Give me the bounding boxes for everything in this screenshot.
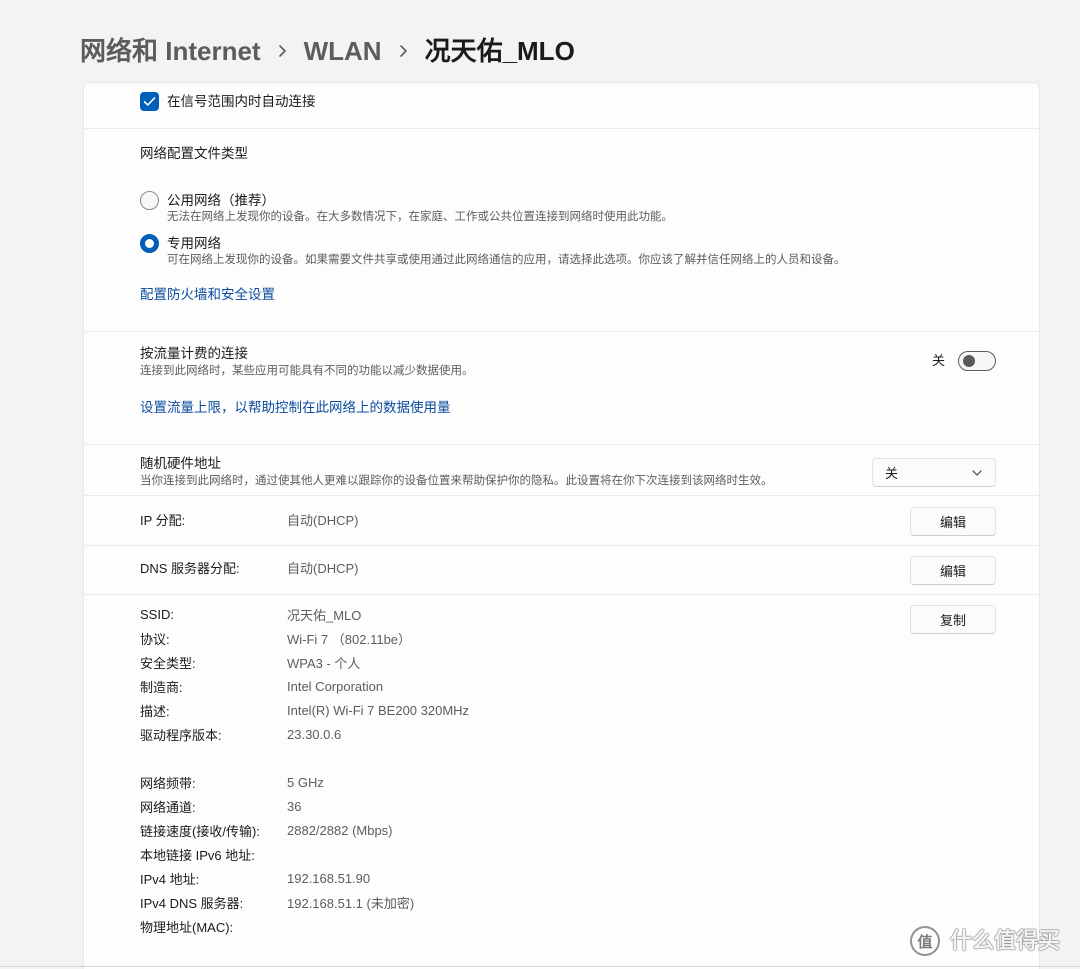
property-value: 36 — [287, 798, 302, 814]
property-row-manufacturer: 制造商: Intel Corporation — [140, 674, 469, 698]
property-label: 网络通道: — [140, 799, 196, 815]
property-value: Intel Corporation — [287, 678, 384, 694]
radio-private-network[interactable]: 专用网络 可在网络上发现你的设备。如果需要文件共享或使用通过此网络通信的应用，请… — [140, 234, 940, 270]
auto-connect-label[interactable]: 在信号范围内时自动连接 — [167, 92, 316, 111]
property-label: 制造商: — [140, 679, 183, 695]
property-label: 描述: — [140, 703, 170, 719]
radio-private-network-description: 可在网络上发现你的设备。如果需要文件共享或使用通过此网络通信的应用，请选择此选项… — [167, 254, 846, 266]
auto-connect-section: 在信号范围内时自动连接 — [84, 83, 1039, 128]
breadcrumb: 网络和 Internet WLAN 况天佑_MLO — [80, 31, 575, 71]
property-row-link-speed: 链接速度(接收/传输): 2882/2882 (Mbps) — [140, 818, 414, 842]
dropdown-selected-value: 关 — [885, 466, 899, 481]
property-row-network-band: 网络频带: 5 GHz — [140, 770, 414, 794]
property-row-protocol: 协议: Wi-Fi 7 （802.11be） — [140, 626, 469, 650]
property-label: 安全类型: — [140, 655, 196, 671]
property-row-ipv6-link-local: 本地链接 IPv6 地址: — [140, 842, 414, 866]
property-value: 况天佑_MLO — [287, 607, 362, 623]
metered-connection-section: 按流量计费的连接 连接到此网络时，某些应用可能具有不同的功能以减少数据使用。 关… — [84, 331, 1039, 444]
property-row-ipv4-address: IPv4 地址: 192.168.51.90 — [140, 866, 414, 890]
dns-assignment-value: 自动(DHCP) — [287, 561, 359, 576]
property-value: 23.30.0.6 — [287, 726, 342, 742]
network-profile-section: 网络配置文件类型 公用网络（推荐） 无法在网络上发现你的设备。在大多数情况下，在… — [84, 128, 1039, 331]
chevron-down-icon — [972, 469, 982, 476]
property-row-ipv4-dns: IPv4 DNS 服务器: 192.168.51.1 (未加密) — [140, 890, 414, 914]
property-row-mac-address: 物理地址(MAC): — [140, 914, 414, 938]
dns-assignment-edit-button[interactable]: 编辑 — [910, 556, 996, 585]
breadcrumb-wlan[interactable]: WLAN — [304, 31, 382, 71]
dns-assignment-label: DNS 服务器分配: — [140, 561, 240, 576]
property-value: 192.168.51.1 (未加密) — [287, 895, 415, 911]
property-value: WPA3 - 个人 — [287, 655, 361, 671]
watermark-logo-icon: 值 — [910, 926, 940, 956]
network-properties-card: 在信号范围内时自动连接 网络配置文件类型 公用网络（推荐） 无法在网络上发现你的… — [83, 82, 1040, 969]
property-value: 2882/2882 (Mbps) — [287, 822, 393, 838]
watermark-text: 什么值得买 — [950, 928, 1061, 953]
metered-toggle-state-label: 关 — [931, 353, 945, 368]
properties-section: 复制 SSID: 况天佑_MLO 协议: Wi-Fi 7 （802.11be） … — [84, 594, 1039, 969]
radio-public-network-circle[interactable] — [140, 191, 159, 210]
random-hardware-address-title: 随机硬件地址 — [140, 456, 221, 471]
radio-private-network-label: 专用网络 — [167, 236, 221, 251]
property-row-driver-version: 驱动程序版本: 23.30.0.6 — [140, 722, 469, 746]
property-row-network-channel: 网络通道: 36 — [140, 794, 414, 818]
ip-assignment-edit-button[interactable]: 编辑 — [910, 507, 996, 536]
metered-connection-title: 按流量计费的连接 — [140, 346, 248, 361]
ip-assignment-value: 自动(DHCP) — [287, 513, 359, 528]
metered-connection-toggle[interactable] — [958, 351, 996, 371]
radio-public-network-description: 无法在网络上发现你的设备。在大多数情况下，在家庭、工作或公共位置连接到网络时使用… — [167, 211, 673, 223]
radio-public-network-label: 公用网络（推荐） — [167, 193, 275, 208]
property-label: 链接速度(接收/传输): — [140, 823, 260, 839]
breadcrumb-network-internet[interactable]: 网络和 Internet — [80, 31, 261, 71]
random-hardware-address-dropdown[interactable]: 关 — [872, 458, 996, 487]
dns-assignment-section: DNS 服务器分配: 自动(DHCP) 编辑 — [84, 545, 1039, 594]
firewall-settings-link[interactable]: 配置防火墙和安全设置 — [140, 286, 275, 304]
checkmark-icon — [143, 97, 156, 106]
radio-private-network-circle[interactable] — [140, 234, 159, 253]
properties-list-connection: SSID: 况天佑_MLO 协议: Wi-Fi 7 （802.11be） 安全类… — [140, 602, 469, 746]
property-value: 192.168.51.90 — [287, 870, 371, 886]
property-value: Intel(R) Wi-Fi 7 BE200 320MHz — [287, 702, 470, 718]
chevron-right-icon — [399, 44, 408, 58]
window-bottom-edge — [0, 966, 1080, 967]
property-label: 协议: — [140, 631, 170, 647]
properties-list-network: 网络频带: 5 GHz 网络通道: 36 链接速度(接收/传输): 2882/2… — [140, 770, 414, 938]
metered-connection-description: 连接到此网络时，某些应用可能具有不同的功能以减少数据使用。 — [140, 365, 474, 377]
ip-assignment-label: IP 分配: — [140, 513, 186, 528]
auto-connect-checkbox[interactable] — [140, 92, 159, 111]
property-value: 5 GHz — [287, 774, 324, 790]
property-label: 驱动程序版本: — [140, 727, 222, 743]
data-limit-link[interactable]: 设置流量上限，以帮助控制在此网络上的数据使用量 — [140, 399, 451, 417]
profile-type-heading: 网络配置文件类型 — [140, 146, 248, 161]
copy-properties-button[interactable]: 复制 — [910, 605, 996, 634]
random-hardware-address-description: 当你连接到此网络时，通过使其他人更难以跟踪你的设备位置来帮助保护你的隐私。此设置… — [140, 475, 773, 487]
random-hardware-address-section: 随机硬件地址 当你连接到此网络时，通过使其他人更难以跟踪你的设备位置来帮助保护你… — [84, 444, 1039, 495]
property-label: IPv4 DNS 服务器: — [140, 895, 244, 911]
property-label: 网络频带: — [140, 775, 196, 791]
watermark: 值 什么值得买 — [910, 926, 1060, 956]
property-label: 本地链接 IPv6 地址: — [140, 847, 255, 863]
toggle-knob — [963, 355, 975, 367]
property-label: 物理地址(MAC): — [140, 919, 234, 935]
property-row-security-type: 安全类型: WPA3 - 个人 — [140, 650, 469, 674]
property-label: SSID: — [140, 606, 174, 622]
page-title: 况天佑_MLO — [424, 36, 575, 66]
property-value: Wi-Fi 7 （802.11be） — [287, 631, 412, 647]
property-label: IPv4 地址: — [140, 871, 200, 887]
chevron-right-icon — [278, 44, 287, 58]
ip-assignment-section: IP 分配: 自动(DHCP) 编辑 — [84, 495, 1039, 545]
property-row-description: 描述: Intel(R) Wi-Fi 7 BE200 320MHz — [140, 698, 469, 722]
radio-public-network[interactable]: 公用网络（推荐） 无法在网络上发现你的设备。在大多数情况下，在家庭、工作或公共位… — [140, 191, 940, 227]
property-row-ssid: SSID: 况天佑_MLO — [140, 602, 469, 626]
